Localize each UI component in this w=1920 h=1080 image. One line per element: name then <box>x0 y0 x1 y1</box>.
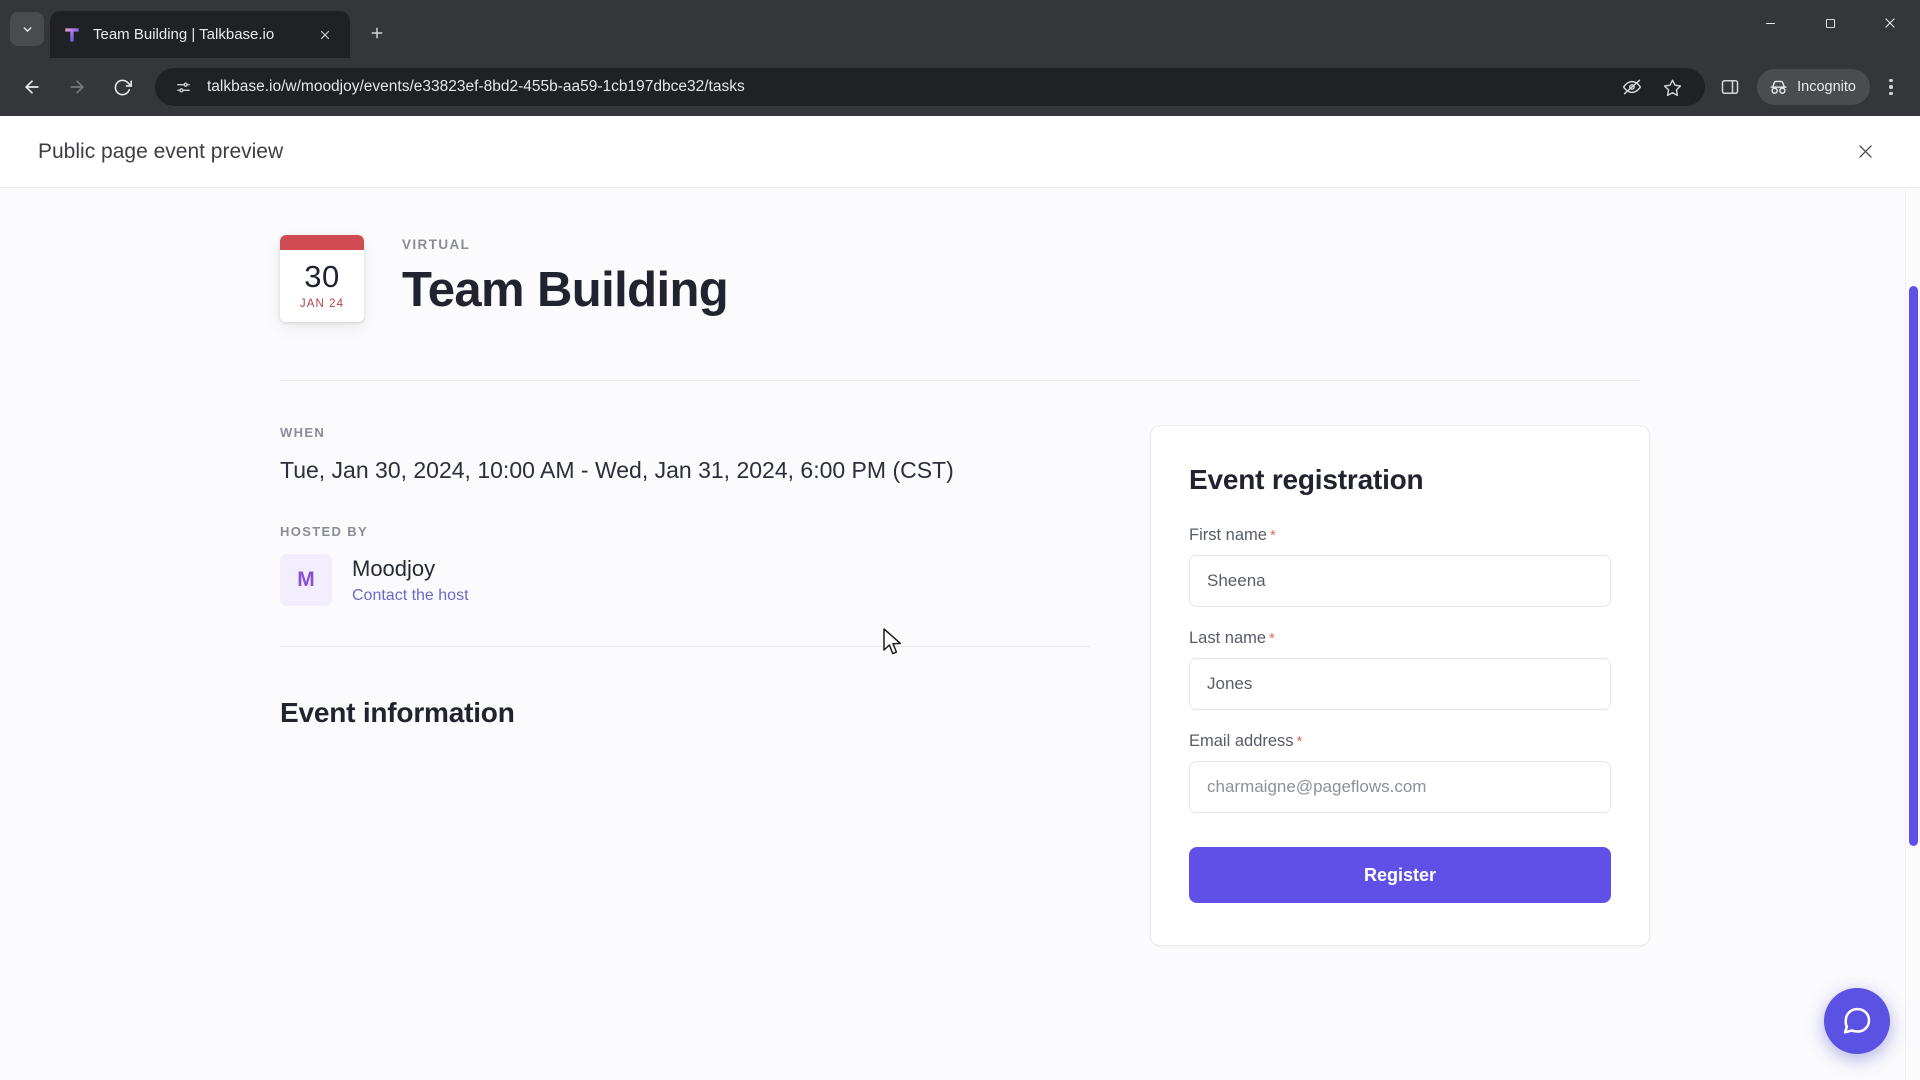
browser-window: Team Building | Talkbase.io talkbase.io/… <box>0 0 1920 1080</box>
last-name-label-text: Last name <box>1189 629 1267 647</box>
close-icon <box>320 30 330 39</box>
first-name-label: First name * <box>1189 526 1611 545</box>
required-asterisk: * <box>1269 630 1275 647</box>
details-divider <box>280 646 1090 648</box>
hosted-by-label: HOSTED BY <box>280 524 368 540</box>
tab-close-button[interactable] <box>312 22 338 48</box>
incognito-label: Incognito <box>1797 79 1856 95</box>
host-name: Moodjoy <box>352 555 436 581</box>
new-tab-button[interactable] <box>360 16 394 50</box>
bookmark-star-icon[interactable] <box>1655 70 1689 104</box>
scrollbar-thumb[interactable] <box>1909 286 1918 846</box>
calendar-date-badge: 30 JAN 24 <box>280 235 364 322</box>
event-preview-content: 30 JAN 24 VIRTUAL Team Building WHEN Tue… <box>240 188 1680 946</box>
host-info: Moodjoy Contact the host <box>352 555 469 606</box>
email-field-group: Email address * <box>1189 732 1611 813</box>
avatar: M <box>280 554 332 607</box>
required-asterisk: * <box>1269 527 1276 544</box>
browser-toolbar: talkbase.io/w/moodjoy/events/e33823ef-8b… <box>0 58 1920 116</box>
browser-tab[interactable]: Team Building | Talkbase.io <box>50 11 350 58</box>
calendar-badge-top-bar <box>280 235 364 250</box>
address-bar[interactable]: talkbase.io/w/moodjoy/events/e33823ef-8b… <box>155 68 1706 106</box>
reload-icon <box>114 79 132 95</box>
first-name-field-group: First name * <box>1189 526 1611 607</box>
incognito-icon <box>1770 80 1787 94</box>
talkbase-logo-icon <box>62 25 82 45</box>
event-information-heading: Event information <box>280 697 515 729</box>
maximize-icon <box>1825 18 1835 28</box>
event-title-block: VIRTUAL Team Building <box>402 235 729 317</box>
plus-icon <box>371 27 383 39</box>
event-format-badge: VIRTUAL <box>402 237 471 252</box>
window-maximize-button[interactable] <box>1800 0 1860 46</box>
tab-title: Team Building | Talkbase.io <box>93 26 275 43</box>
calendar-month-year: JAN 24 <box>299 298 345 310</box>
required-asterisk: * <box>1296 733 1303 750</box>
close-icon <box>1858 145 1872 158</box>
close-icon <box>1885 18 1895 28</box>
hosted-by-section: HOSTED BY M Moodjoy Contact the host <box>280 524 1090 607</box>
chat-bubble-icon <box>1843 1007 1871 1034</box>
modal-close-button[interactable] <box>1848 135 1882 169</box>
three-dots-vertical-icon <box>1889 78 1893 83</box>
event-title: Team Building <box>402 263 729 317</box>
registration-column: Event registration First name* Last name… <box>1150 381 1650 946</box>
last-name-field[interactable] <box>1189 658 1611 710</box>
event-preview-scroll-area: 30 JAN 24 VIRTUAL Team Building WHEN Tue… <box>0 188 1920 1080</box>
when-value: Tue, Jan 30, 2024, 10:00 AM - Wed, Jan 3… <box>280 457 954 483</box>
minimize-icon <box>1765 22 1775 24</box>
event-body-columns: WHEN Tue, Jan 30, 2024, 10:00 AM - Wed, … <box>280 381 1650 946</box>
reload-button[interactable] <box>102 67 142 107</box>
chat-launcher-button[interactable] <box>1824 988 1890 1054</box>
email-field[interactable] <box>1189 761 1611 813</box>
preview-modal-header: Public page event preview <box>0 116 1920 188</box>
page-scrollbar[interactable] <box>1905 188 1920 1080</box>
email-label-text: Email address <box>1189 732 1294 750</box>
window-close-button[interactable] <box>1860 0 1920 46</box>
tracking-protection-icon[interactable] <box>1615 70 1649 104</box>
browser-menu-button[interactable] <box>1874 67 1908 107</box>
register-button[interactable]: Register <box>1189 847 1611 903</box>
first-name-label-text: First name <box>1189 526 1267 544</box>
chevron-down-icon <box>23 26 31 32</box>
url-text: talkbase.io/w/moodjoy/events/e33823ef-8b… <box>207 78 745 95</box>
omnibox-actions <box>1615 70 1689 104</box>
when-section: WHEN Tue, Jan 30, 2024, 10:00 AM - Wed, … <box>280 425 1090 486</box>
incognito-indicator[interactable]: Incognito <box>1757 69 1870 105</box>
forward-button[interactable] <box>57 67 97 107</box>
first-name-field[interactable] <box>1189 555 1611 607</box>
tab-strip: Team Building | Talkbase.io <box>0 0 1920 58</box>
host-row: M Moodjoy Contact the host <box>280 554 1090 607</box>
contact-host-link[interactable]: Contact the host <box>352 587 469 605</box>
site-settings-icon[interactable] <box>171 75 195 99</box>
last-name-label: Last name * <box>1189 629 1611 648</box>
arrow-right-icon <box>70 80 84 94</box>
calendar-day: 30 <box>304 259 340 294</box>
event-details-column: WHEN Tue, Jan 30, 2024, 10:00 AM - Wed, … <box>280 381 1090 946</box>
page-title: Public page event preview <box>38 139 284 163</box>
tab-search-button[interactable] <box>10 12 44 46</box>
page-viewport: Public page event preview 30 JAN 24 VIRT… <box>0 116 1920 1080</box>
last-name-field-group: Last name * <box>1189 629 1611 710</box>
arrow-left-icon <box>25 80 39 94</box>
when-label: WHEN <box>280 425 326 440</box>
email-label: Email address * <box>1189 732 1611 751</box>
window-minimize-button[interactable] <box>1740 0 1800 46</box>
window-controls <box>1740 0 1920 46</box>
event-registration-card: Event registration First name* Last name… <box>1150 425 1650 946</box>
side-panel-icon[interactable] <box>1713 70 1747 104</box>
event-header: 30 JAN 24 VIRTUAL Team Building <box>280 188 1640 322</box>
registration-title: Event registration <box>1189 464 1424 495</box>
back-button[interactable] <box>12 67 52 107</box>
